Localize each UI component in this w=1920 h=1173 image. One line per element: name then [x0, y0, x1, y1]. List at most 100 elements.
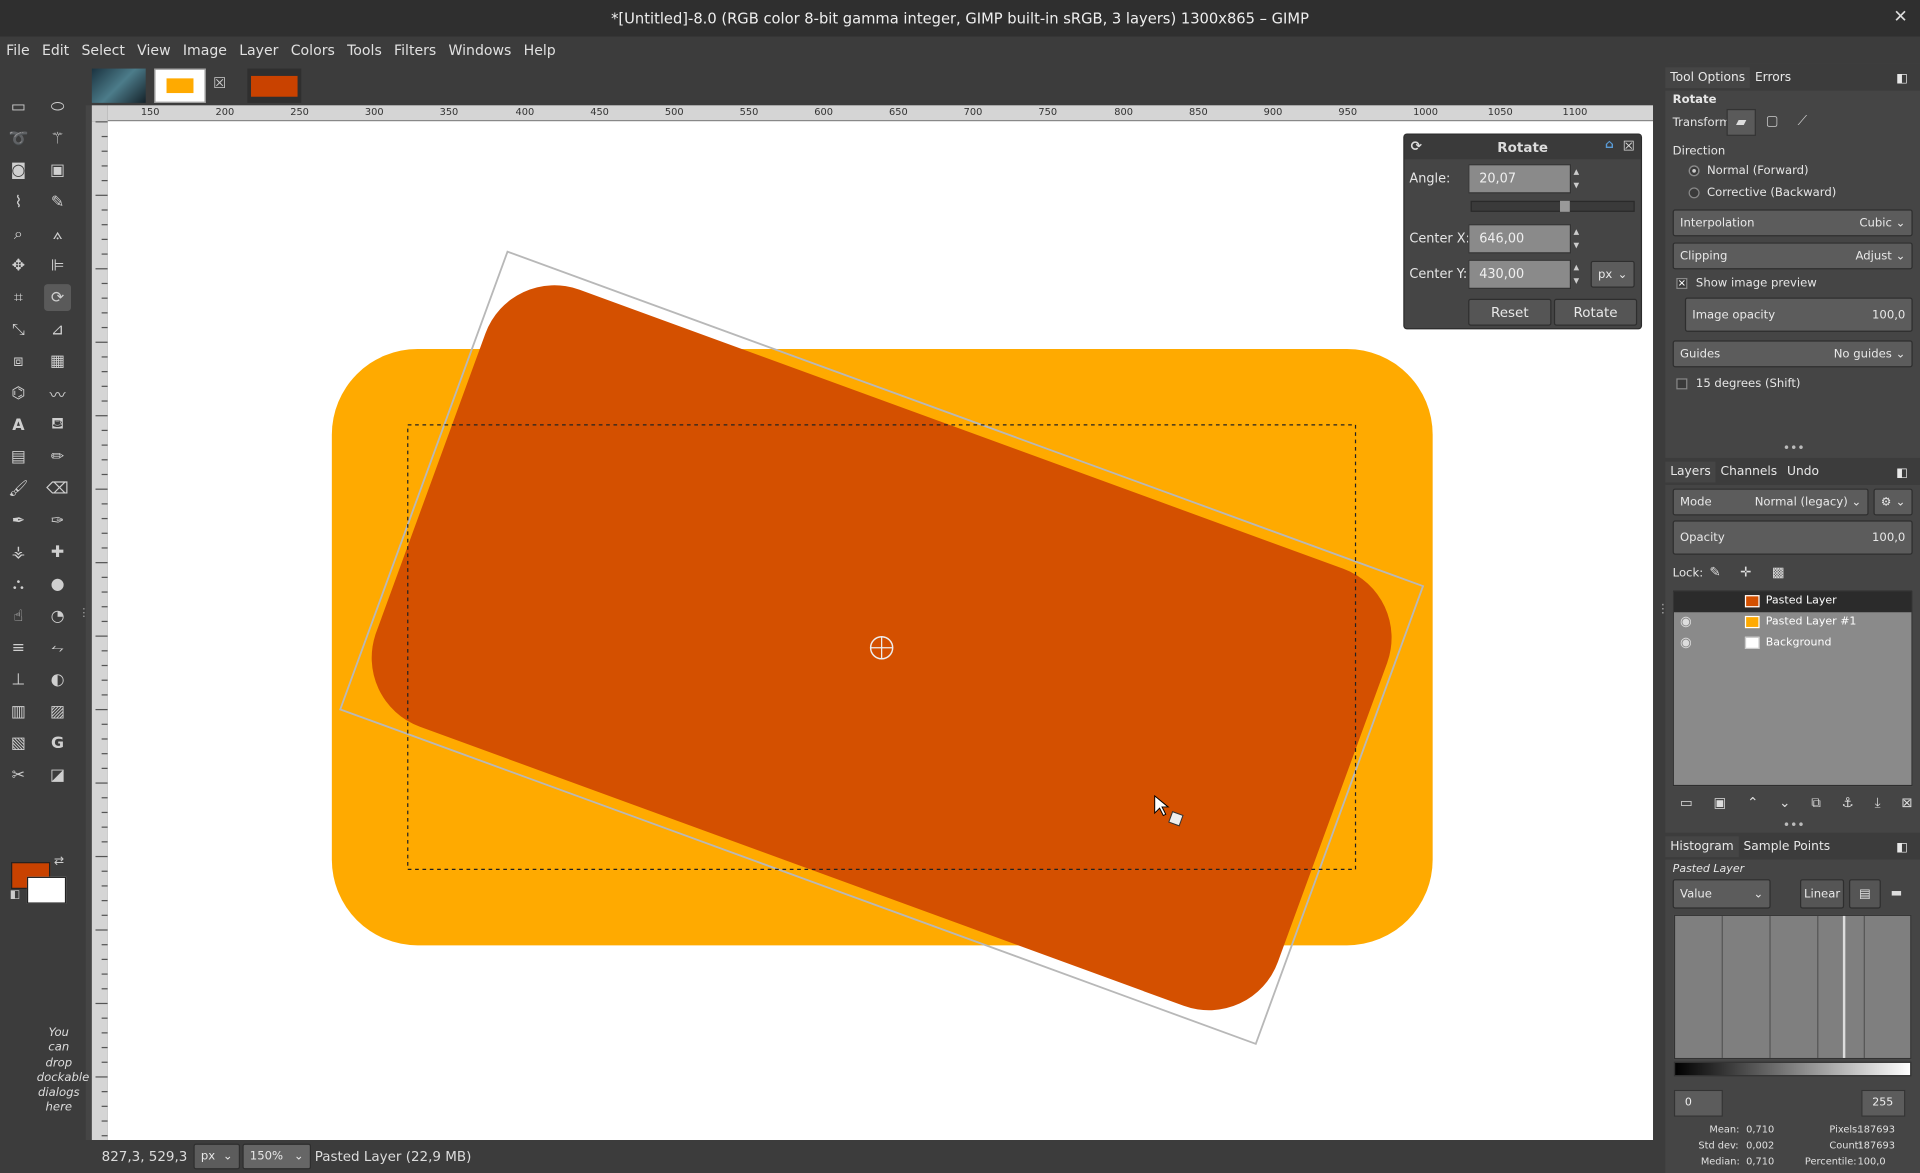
- dock-menu-icon[interactable]: ◧: [1891, 838, 1912, 859]
- rect-select-icon[interactable]: ▭: [5, 93, 32, 120]
- ruler-corner[interactable]: [91, 105, 108, 122]
- color-picker-icon[interactable]: ✎: [44, 189, 71, 216]
- measure-icon[interactable]: ⟑: [44, 220, 71, 247]
- layer-name[interactable]: Pasted Layer: [1766, 595, 1837, 607]
- cage-transform-icon[interactable]: ⌬: [5, 380, 32, 407]
- close-dialog-icon[interactable]: ☒: [1623, 138, 1635, 154]
- histogram-max-input[interactable]: 255: [1861, 1089, 1906, 1117]
- menu-view[interactable]: View: [131, 42, 177, 59]
- bucket-fill-icon[interactable]: ⛾: [44, 411, 71, 438]
- swap-colors-icon[interactable]: ⇄: [54, 855, 64, 868]
- tab-channels[interactable]: Channels: [1716, 461, 1782, 482]
- menu-windows[interactable]: Windows: [442, 42, 517, 59]
- layer-name[interactable]: Background: [1766, 637, 1832, 649]
- menu-filters[interactable]: Filters: [388, 42, 442, 59]
- lock-alpha-icon[interactable]: ▩: [1772, 564, 1785, 580]
- horizontal-ruler[interactable]: 150 200 250 300 350 400 450 500 550 600 …: [107, 105, 1654, 122]
- status-unit-select[interactable]: px ⌄: [193, 1143, 241, 1170]
- layer-row[interactable]: ◉ Background: [1674, 633, 1912, 654]
- foreground-select-icon[interactable]: ◙: [5, 157, 32, 184]
- heal-icon[interactable]: ✚: [44, 539, 71, 566]
- histogram-min-input[interactable]: 0: [1673, 1089, 1723, 1117]
- image-thumbnail-current[interactable]: [154, 68, 206, 103]
- layer-row[interactable]: ◉ Pasted Layer #1: [1674, 612, 1912, 633]
- scissors-icon[interactable]: ✂: [5, 762, 32, 789]
- raise-layer-icon[interactable]: ⌃: [1747, 795, 1758, 812]
- angle-slider-handle[interactable]: [1560, 200, 1570, 212]
- crop-icon[interactable]: ⌗: [5, 284, 32, 311]
- duplicate-layer-icon[interactable]: ⧉: [1811, 795, 1821, 812]
- panel-resize-handle[interactable]: •••: [1783, 819, 1805, 832]
- tab-tool-options[interactable]: Tool Options: [1665, 66, 1751, 88]
- blur-icon[interactable]: ●: [44, 571, 71, 598]
- histogram-gradient-bar[interactable]: [1673, 1061, 1912, 1077]
- merge-layer-icon[interactable]: ⤓: [1875, 795, 1881, 812]
- toolbox-handle[interactable]: ⋮: [78, 607, 89, 627]
- default-colors-icon[interactable]: ◧: [10, 889, 20, 901]
- free-select-icon[interactable]: ➰: [5, 125, 32, 152]
- curves-icon[interactable]: ⥊: [44, 634, 71, 661]
- reset-button[interactable]: Reset: [1468, 298, 1552, 326]
- scale-icon[interactable]: ⤡: [5, 316, 32, 343]
- vertical-ruler[interactable]: [91, 121, 108, 1141]
- 15-degrees-checkbox[interactable]: [1676, 378, 1688, 390]
- zoom-select[interactable]: 150% ⌄: [242, 1143, 312, 1170]
- background-color-swatch[interactable]: [26, 876, 67, 904]
- radio-corrective[interactable]: [1688, 187, 1700, 199]
- dock-icon[interactable]: ⌂: [1605, 138, 1614, 151]
- zoom-icon[interactable]: ⌕: [5, 220, 32, 247]
- menu-image[interactable]: Image: [177, 42, 233, 59]
- rotate-icon[interactable]: ⟳: [44, 284, 72, 312]
- perspective-clone-icon[interactable]: ⛬: [5, 571, 32, 598]
- image-thumbnail-1[interactable]: [91, 68, 146, 103]
- radio-normal[interactable]: [1688, 165, 1700, 177]
- dodge-burn-icon[interactable]: ◔: [44, 602, 71, 629]
- angle-spin-arrows[interactable]: ▲ ▼: [1573, 165, 1579, 192]
- lower-layer-icon[interactable]: ⌄: [1779, 795, 1790, 812]
- filter-icon[interactable]: ▥: [5, 698, 32, 725]
- image-opacity-slider[interactable]: Image opacity 100,0: [1684, 297, 1913, 332]
- visibility-eye-icon[interactable]: ◉: [1680, 613, 1692, 629]
- tab-histogram[interactable]: Histogram: [1665, 835, 1739, 857]
- handle-transform-icon[interactable]: ◪: [44, 762, 71, 789]
- angle-input[interactable]: 20,07: [1468, 164, 1572, 194]
- guides-select[interactable]: Guides No guides ⌄: [1672, 340, 1913, 368]
- composite-mode-select[interactable]: ⚙ ⌄: [1873, 488, 1913, 516]
- menu-colors[interactable]: Colors: [285, 42, 341, 59]
- image-filter-icon[interactable]: ▨: [44, 698, 71, 725]
- gegl-icon[interactable]: G: [44, 730, 71, 757]
- smudge-icon[interactable]: ☝: [5, 602, 32, 629]
- visibility-eye-icon[interactable]: ◉: [1680, 634, 1692, 650]
- menu-tools[interactable]: Tools: [341, 42, 388, 59]
- pencil-icon[interactable]: ✏: [44, 443, 71, 470]
- center-y-input[interactable]: 430,00: [1468, 259, 1572, 289]
- interpolation-select[interactable]: Interpolation Cubic ⌄: [1672, 209, 1913, 237]
- warp-transform-icon[interactable]: 〰: [44, 380, 71, 407]
- tab-layers[interactable]: Layers: [1665, 461, 1716, 482]
- menu-edit[interactable]: Edit: [36, 42, 76, 59]
- shear-icon[interactable]: ⊿: [44, 316, 71, 343]
- transform-selection-icon[interactable]: ▢: [1766, 113, 1779, 129]
- histogram-graph[interactable]: [1673, 914, 1912, 1060]
- center-x-input[interactable]: 646,00: [1468, 224, 1572, 254]
- unified-transform-icon[interactable]: ▦: [44, 348, 71, 375]
- tab-undo[interactable]: Undo: [1782, 461, 1824, 482]
- ellipse-select-icon[interactable]: ⬭: [44, 93, 71, 120]
- transform-path-icon[interactable]: ⟋: [1798, 113, 1807, 130]
- histogram-linear-icon[interactable]: ▤: [1848, 879, 1881, 909]
- gradient-icon[interactable]: ▤: [5, 443, 32, 470]
- align-icon[interactable]: ⊫: [44, 252, 71, 279]
- layer-name[interactable]: Pasted Layer #1: [1766, 616, 1857, 628]
- center-y-spin-arrows[interactable]: ▲ ▼: [1573, 261, 1579, 288]
- linear-scale-button[interactable]: Linear: [1800, 879, 1845, 909]
- lock-pixels-icon[interactable]: ✎: [1709, 564, 1720, 580]
- angle-slider[interactable]: [1470, 200, 1635, 212]
- menu-help[interactable]: Help: [518, 42, 562, 59]
- image-thumbnail-3[interactable]: [247, 68, 302, 103]
- lock-position-icon[interactable]: ✛: [1740, 564, 1751, 580]
- paths-icon[interactable]: ⌇: [5, 189, 32, 216]
- map-icon[interactable]: ▧: [5, 730, 32, 757]
- threshold-icon[interactable]: ◐: [44, 666, 71, 693]
- layer-mode-select[interactable]: Mode Normal (legacy) ⌄: [1672, 488, 1869, 516]
- levels-icon[interactable]: ≡: [5, 634, 32, 661]
